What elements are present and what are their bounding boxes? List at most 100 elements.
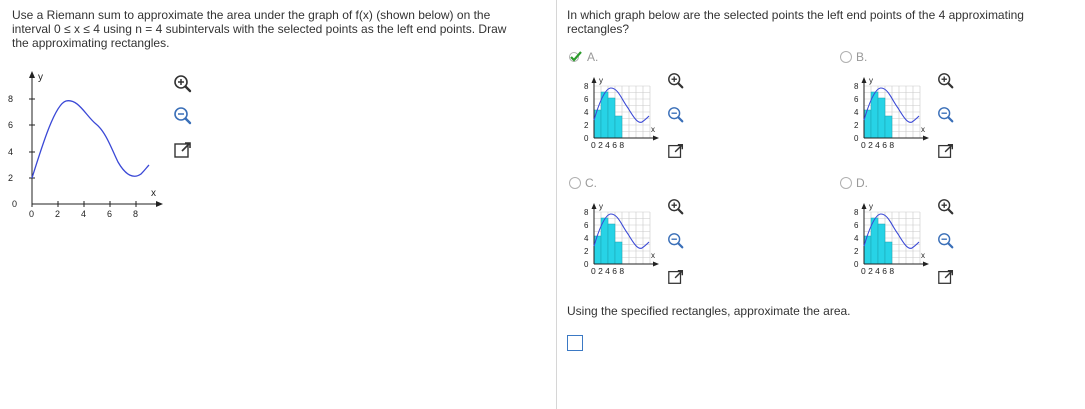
question-line: interval 0 ≤ x ≤ 4 using n = 4 subinterv… — [12, 22, 507, 36]
zoom-in-icon[interactable] — [937, 72, 955, 90]
option-c-graph: y x 8 6 4 2 00 2 4 6 8 — [584, 202, 659, 276]
y-tick-label: 6 — [854, 95, 859, 104]
y-axis-label: y — [869, 202, 873, 211]
y-tick-label: 2 — [584, 247, 589, 256]
option-b-graph: y x 8 6 4 2 00 2 4 6 8 — [854, 76, 929, 150]
y-tick-label: 6 — [8, 120, 13, 130]
y-tick-label: 8 — [854, 82, 859, 91]
zoom-out-icon[interactable] — [667, 232, 685, 250]
answer-input[interactable] — [567, 335, 583, 351]
rectangle — [884, 241, 893, 265]
zoom-in-icon[interactable] — [173, 74, 193, 94]
option-b-tools — [937, 72, 957, 162]
x-tick-labels: 0 2 4 6 8 — [861, 266, 894, 276]
y-tick-label: 8 — [854, 208, 859, 217]
zoom-in-icon[interactable] — [667, 72, 685, 90]
x-axis-arrow — [923, 261, 929, 267]
x-tick-label: 2 — [55, 209, 60, 219]
option-letter: A. — [587, 50, 599, 64]
x-axis-label: x — [921, 251, 925, 260]
y-tick-label: 0 — [854, 260, 859, 269]
y-tick-label: 6 — [854, 221, 859, 230]
rectangle — [593, 109, 602, 139]
y-tick-label: 8 — [8, 94, 13, 104]
x-axis-arrow — [156, 201, 163, 207]
y-axis-arrow — [29, 71, 35, 78]
x-tick-label: 6 — [107, 209, 112, 219]
y-tick-label: 6 — [584, 221, 589, 230]
zoom-out-icon[interactable] — [937, 106, 955, 124]
radio-button[interactable] — [840, 51, 852, 63]
right-question-text: In which graph below are the selected po… — [567, 8, 1077, 36]
rectangle — [863, 235, 872, 265]
y-tick-label: 2 — [8, 173, 13, 183]
rectangle — [877, 97, 886, 139]
expand-icon[interactable] — [667, 268, 685, 286]
area-prompt-text: Using the specified rectangles, approxim… — [567, 304, 851, 318]
x-tick-labels: 0 2 4 6 8 — [591, 266, 624, 276]
zoom-out-icon[interactable] — [173, 106, 193, 126]
y-tick-label: 4 — [854, 108, 859, 117]
y-axis-label: y — [869, 76, 873, 85]
x-tick-labels: 0 2 4 6 8 — [591, 140, 624, 150]
y-tick-label: 8 — [584, 208, 589, 217]
expand-icon[interactable] — [937, 268, 955, 286]
zoom-out-icon[interactable] — [937, 232, 955, 250]
question-line: rectangles? — [567, 22, 630, 36]
option-d[interactable]: D. — [840, 176, 868, 190]
y-tick-label: 0 — [584, 134, 589, 143]
x-axis-arrow — [923, 135, 929, 141]
y-tick-label: 0 — [584, 260, 589, 269]
y-axis-arrow — [591, 203, 597, 209]
option-letter: D. — [856, 176, 868, 190]
radio-button[interactable] — [840, 177, 852, 189]
rectangle — [607, 97, 616, 139]
x-tick-labels: 0 2 4 6 8 — [861, 140, 894, 150]
x-axis-label: x — [151, 188, 156, 199]
rectangle — [884, 115, 893, 139]
y-tick-label: 4 — [584, 234, 589, 243]
expand-icon[interactable] — [667, 142, 685, 160]
rectangle — [614, 115, 623, 139]
y-axis-label: y — [599, 76, 603, 85]
option-c[interactable]: C. — [569, 176, 597, 190]
option-a-graph: y x 8 6 4 2 00 2 4 6 8 — [584, 76, 659, 150]
expand-icon[interactable] — [173, 140, 193, 160]
zoom-in-icon[interactable] — [667, 198, 685, 216]
x-tick-label: 8 — [133, 209, 138, 219]
y-tick-label: 8 — [584, 82, 589, 91]
y-axis-arrow — [861, 203, 867, 209]
y-tick-label: 2 — [854, 247, 859, 256]
left-question-text: Use a Riemann sum to approximate the are… — [12, 8, 552, 50]
rectangle — [877, 223, 886, 265]
zoom-in-icon[interactable] — [937, 198, 955, 216]
x-tick-label: 0 — [29, 209, 34, 219]
x-axis-label: x — [921, 125, 925, 134]
option-b[interactable]: B. — [840, 50, 867, 64]
panel-divider — [556, 0, 557, 409]
x-axis-label: x — [651, 125, 655, 134]
y-tick-label: 4 — [8, 147, 13, 157]
rectangle — [863, 109, 872, 139]
question-line: Use a Riemann sum to approximate the are… — [12, 8, 491, 22]
rectangle — [593, 235, 602, 265]
option-letter: B. — [856, 50, 868, 64]
x-axis-arrow — [653, 135, 659, 141]
x-axis-label: x — [651, 251, 655, 260]
expand-icon[interactable] — [937, 142, 955, 160]
x-tick-label: 4 — [81, 209, 86, 219]
y-tick-label: 2 — [584, 121, 589, 130]
option-a[interactable]: A. — [569, 50, 598, 64]
option-a-tools — [667, 72, 687, 162]
main-graph: y x 8 6 4 2 0 0 2 4 6 8 — [8, 71, 163, 219]
question-line: In which graph below are the selected po… — [567, 8, 1024, 22]
y-axis-label: y — [599, 202, 603, 211]
y-axis-label: y — [38, 72, 43, 83]
y-tick-label: 0 — [12, 199, 17, 209]
option-letter: C. — [585, 176, 597, 190]
x-axis-arrow — [653, 261, 659, 267]
zoom-out-icon[interactable] — [667, 106, 685, 124]
y-tick-label: 0 — [854, 134, 859, 143]
radio-button[interactable] — [569, 177, 581, 189]
option-d-tools — [937, 198, 957, 288]
